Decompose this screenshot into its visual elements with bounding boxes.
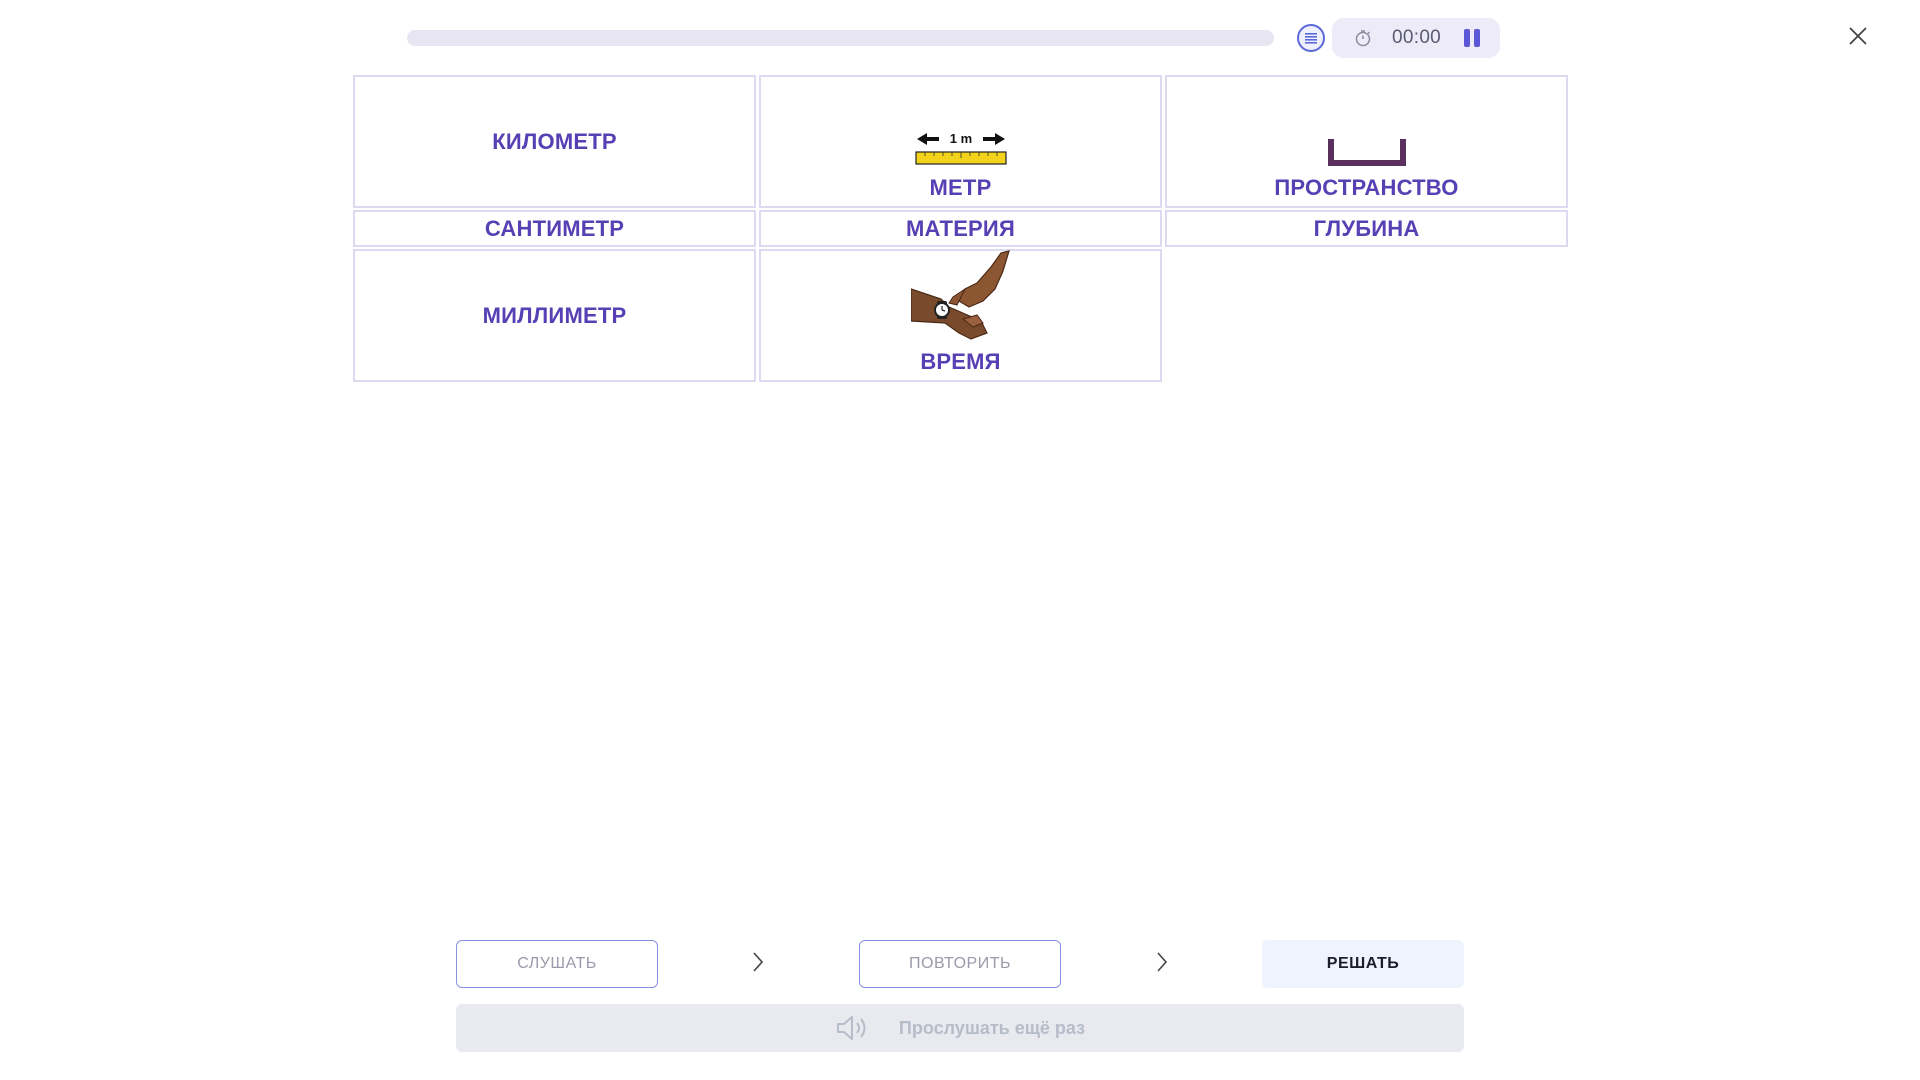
space-bracket-picture	[1327, 127, 1407, 167]
card-label: ПРОСТРАНСТВО	[1274, 175, 1459, 200]
list-button[interactable]	[1297, 24, 1325, 52]
chevron-right-icon	[1157, 952, 1168, 972]
card-label: ГЛУБИНА	[1313, 215, 1420, 241]
solve-button[interactable]: РЕШАТЬ	[1262, 940, 1464, 988]
card-kilometer[interactable]: КИЛОМЕТР	[353, 75, 756, 208]
ruler-1m-picture: 1 m	[914, 127, 1007, 167]
card-centimeter[interactable]: САНТИМЕТР	[353, 210, 756, 247]
card-millimeter[interactable]: МИЛЛИМЕТР	[353, 249, 756, 382]
pause-button[interactable]	[1462, 29, 1482, 47]
card-label: САНТИМЕТР	[484, 215, 625, 241]
timer: 00:00	[1332, 18, 1500, 58]
card-label: МИЛЛИМЕТР	[482, 302, 627, 328]
word-grid: КИЛОМЕТР 1 m МЕТР ПРОСТРАНСТВО САНТИМЕТР…	[353, 75, 1568, 382]
empty-slot	[1165, 249, 1568, 382]
card-time[interactable]: ВРЕМЯ	[759, 249, 1162, 382]
replay-button[interactable]: Прослушать ещё раз	[456, 1004, 1464, 1052]
card-label: МЕТР	[929, 175, 992, 200]
card-meter[interactable]: 1 m МЕТР	[759, 75, 1162, 208]
card-label: ВРЕМЯ	[920, 349, 1001, 374]
wristwatch-picture	[910, 249, 1011, 341]
close-icon[interactable]	[1846, 24, 1870, 48]
timer-value: 00:00	[1392, 27, 1442, 48]
exercise-screen: 00:00 КИЛОМЕТР 1 m МЕТР ПРОСТРАНСТВО САН…	[0, 0, 1920, 1080]
replay-label: Прослушать ещё раз	[898, 1017, 1086, 1038]
card-label: МАТЕРИЯ	[906, 215, 1015, 241]
listen-button[interactable]: СЛУШАТЬ	[456, 940, 658, 988]
ruler-label: 1 m	[949, 131, 971, 146]
chevron-right-icon	[753, 952, 764, 972]
card-matter[interactable]: МАТЕРИЯ	[759, 210, 1162, 247]
stopwatch-icon	[1355, 30, 1371, 47]
speaker-icon	[836, 1016, 866, 1040]
pause-icon	[1464, 29, 1470, 47]
card-depth[interactable]: ГЛУБИНА	[1165, 210, 1568, 247]
card-space[interactable]: ПРОСТРАНСТВО	[1165, 75, 1568, 208]
progress-bar	[407, 30, 1274, 46]
list-icon	[1305, 33, 1317, 44]
repeat-button[interactable]: ПОВТОРИТЬ	[859, 940, 1061, 988]
card-label: КИЛОМЕТР	[492, 128, 617, 154]
